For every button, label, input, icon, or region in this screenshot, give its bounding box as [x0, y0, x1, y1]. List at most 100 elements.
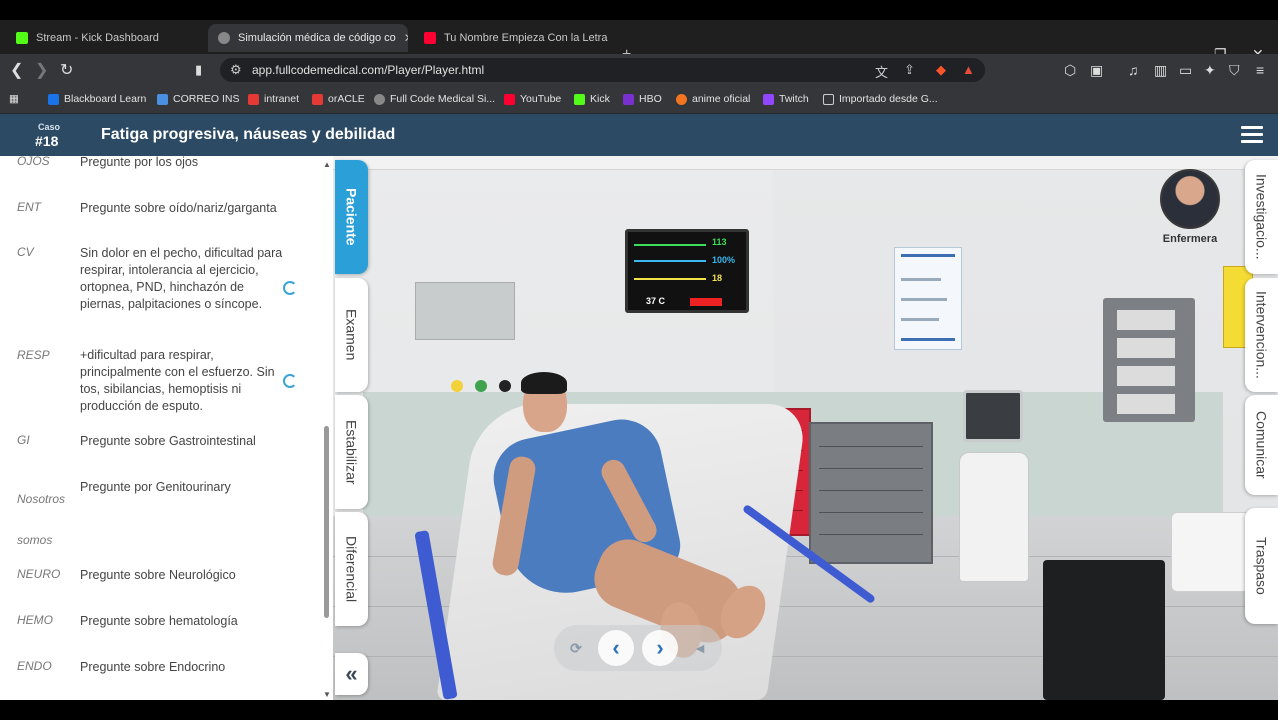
- site-info-icon[interactable]: ⚙: [230, 62, 242, 78]
- intranet-icon: [248, 93, 259, 105]
- browser-tabstrip: Stream - Kick Dashboard Simulación médic…: [0, 20, 1278, 63]
- bookmark-label: CORREO INS: [173, 93, 240, 105]
- temperature-value: 37 C: [646, 296, 666, 306]
- apps-icon[interactable]: ▦: [9, 93, 19, 105]
- tab-label: Traspaso: [1253, 537, 1270, 595]
- bookmark-kick[interactable]: Kick: [574, 93, 610, 105]
- ros-key: Nosotros somos: [17, 492, 66, 547]
- refresh-icon[interactable]: [283, 281, 297, 295]
- bookmark-label: Twitch: [779, 93, 809, 105]
- kick-icon: [574, 93, 585, 105]
- bookmark-hbo[interactable]: HBO: [623, 93, 662, 105]
- tab-label: Diferencial: [343, 535, 360, 603]
- forward-icon[interactable]: ❯: [35, 60, 48, 80]
- close-tab-icon[interactable]: ✕: [404, 31, 408, 45]
- scroll-up-icon[interactable]: ▲: [323, 160, 331, 169]
- brave-shield-icon[interactable]: ◆: [936, 62, 946, 78]
- exam-room-scene[interactable]: 113 100% 18 37 C Enfermera: [333, 156, 1278, 700]
- bookmark-fullcode[interactable]: Full Code Medical Si...: [374, 93, 495, 105]
- tab-diferencial[interactable]: Diferencial: [335, 512, 368, 626]
- reload-icon[interactable]: ↻: [60, 60, 73, 80]
- youtube-icon: [424, 32, 436, 44]
- heart-rate-value: 113: [712, 237, 727, 247]
- wall-poster: [894, 247, 962, 350]
- vitals-monitor[interactable]: 113 100% 18 37 C: [625, 229, 749, 313]
- hamburger-menu-icon[interactable]: [1241, 126, 1263, 144]
- tab-intervencion[interactable]: Intervencion...: [1245, 278, 1278, 392]
- tab-traspaso[interactable]: Traspaso: [1245, 508, 1278, 624]
- tab-paciente[interactable]: Paciente: [335, 160, 368, 274]
- browser-toolbar: ❮ ❯ ↻ ▮ ⚙ app.fullcodemedical.com/Player…: [0, 54, 1278, 86]
- panel-scrollbar[interactable]: ▲ ▼: [322, 160, 331, 699]
- reader-icon[interactable]: ▣: [1090, 62, 1103, 79]
- tab-estabilizar[interactable]: Estabilizar: [335, 395, 368, 509]
- ros-value: Pregunte por los ojos: [80, 156, 199, 169]
- bookmark-label: anime oficial: [692, 93, 751, 105]
- case-header: Caso #18 Fatiga progresiva, náuseas y de…: [0, 114, 1278, 156]
- case-label: Caso: [38, 122, 61, 132]
- ros-key: ENDO: [17, 659, 52, 673]
- bookmark-youtube[interactable]: YouTube: [504, 93, 561, 105]
- letterbox-top: [0, 0, 1278, 20]
- tab-label: Comunicar: [1253, 411, 1270, 479]
- bookmark-oracle[interactable]: orACLE: [312, 93, 365, 105]
- bookmark-label: Kick: [590, 93, 610, 105]
- tab-label: Intervencion...: [1253, 291, 1270, 379]
- ros-key: GI: [17, 433, 30, 447]
- bookmark-icon[interactable]: ▮: [195, 62, 202, 78]
- previous-view-icon[interactable]: ‹: [598, 630, 634, 666]
- mute-icon[interactable]: ◄: [682, 630, 718, 666]
- tab-comunicar[interactable]: Comunicar: [1245, 395, 1278, 495]
- camera-controls: ⟳ ‹ › ◄: [554, 625, 722, 671]
- folder-icon: [823, 93, 834, 105]
- nurse-avatar[interactable]: [1160, 169, 1220, 229]
- leo-icon[interactable]: ✦: [1204, 62, 1216, 79]
- rewards-icon[interactable]: ▲: [962, 62, 975, 77]
- menu-icon[interactable]: ≡: [1256, 62, 1264, 78]
- bookmark-label: YouTube: [520, 93, 562, 105]
- extensions-icon[interactable]: ⬡: [1064, 62, 1076, 79]
- back-icon[interactable]: ❮: [10, 60, 23, 80]
- browser-tab-youtube[interactable]: Tu Nombre Empieza Con la Letra: [414, 24, 614, 52]
- mail-icon: [157, 93, 168, 105]
- globe-icon: [374, 93, 385, 105]
- ceiling: [333, 156, 1278, 170]
- medical-gas-panel: [415, 282, 515, 340]
- camera-reset-icon[interactable]: ⟳: [558, 630, 594, 666]
- bookmark-imported[interactable]: Importado desde G...: [823, 93, 938, 105]
- ros-key: OJOS: [17, 156, 50, 168]
- refresh-icon[interactable]: [283, 374, 297, 388]
- collapse-panel-icon[interactable]: «: [335, 653, 368, 695]
- bookmark-label: orACLE: [328, 93, 365, 105]
- vacuum-outlet-icon: [499, 380, 511, 392]
- media-icon[interactable]: ♫: [1128, 62, 1139, 78]
- scroll-thumb[interactable]: [324, 426, 329, 618]
- bookmark-correo[interactable]: CORREO INS: [157, 93, 240, 105]
- address-bar[interactable]: ⚙ app.fullcodemedical.com/Player/Player.…: [220, 58, 985, 82]
- bookmark-blackboard[interactable]: Blackboard Learn: [48, 93, 146, 105]
- bookmark-label: Full Code Medical Si...: [390, 93, 496, 105]
- blackboard-icon: [48, 93, 59, 105]
- bookmark-twitch[interactable]: Twitch: [763, 93, 809, 105]
- vpn-icon[interactable]: ⛉: [1229, 62, 1240, 79]
- oxygen-outlet-icon: [451, 380, 463, 392]
- browser-tab-fullcode[interactable]: Simulación médica de código co ✕: [208, 24, 408, 52]
- bookmark-intranet[interactable]: intranet: [248, 93, 299, 105]
- bookmark-anime[interactable]: anime oficial: [676, 93, 750, 105]
- next-view-icon[interactable]: ›: [642, 630, 678, 666]
- tab-title: Stream - Kick Dashboard: [36, 32, 159, 44]
- nurse-label: Enfermera: [1162, 233, 1218, 245]
- translate-icon[interactable]: 文: [875, 62, 888, 81]
- share-icon[interactable]: ⇪: [904, 62, 915, 78]
- scroll-down-icon[interactable]: ▼: [323, 690, 331, 699]
- tab-examen[interactable]: Examen: [335, 278, 368, 392]
- tab-investigacion[interactable]: Investigacio...: [1245, 160, 1278, 274]
- glove-dispenser: [1103, 298, 1195, 422]
- trash-bin: [1043, 560, 1165, 700]
- tab-label: Paciente: [343, 188, 360, 246]
- wallet-icon[interactable]: ▭: [1179, 62, 1192, 79]
- bookmark-label: Blackboard Learn: [64, 93, 147, 105]
- bookmark-label: Importado desde G...: [839, 93, 938, 105]
- sidebar-icon[interactable]: ▥: [1154, 62, 1167, 79]
- browser-tab-kick[interactable]: Stream - Kick Dashboard: [6, 24, 206, 52]
